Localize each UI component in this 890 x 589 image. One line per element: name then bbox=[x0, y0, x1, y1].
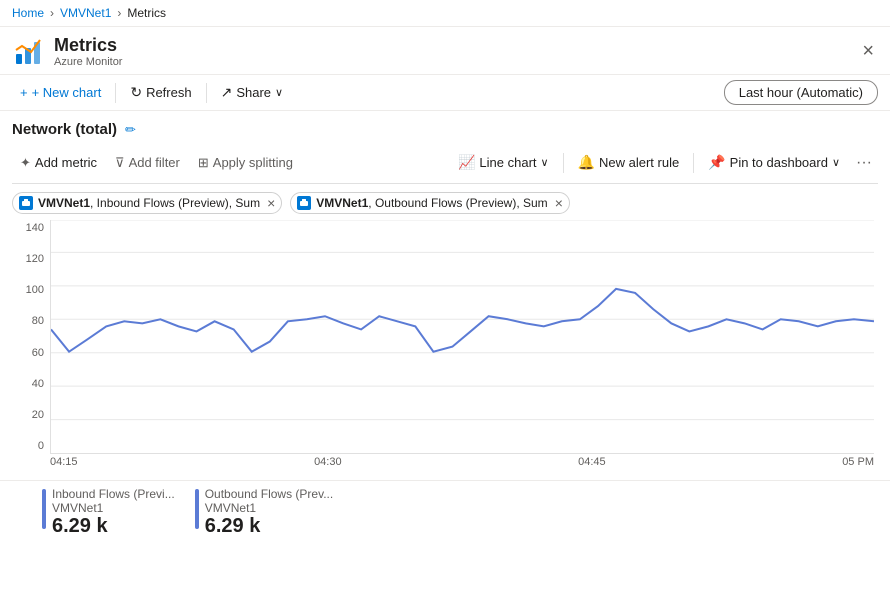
filter-icon: ⊽ bbox=[115, 155, 125, 171]
pin-chevron-icon: ∨ bbox=[832, 156, 840, 169]
legend-outbound-label: Outbound Flows (Prev... bbox=[205, 487, 334, 501]
breadcrumb-vm[interactable]: VMVNet1 bbox=[60, 6, 111, 20]
add-metric-button[interactable]: ✦ Add metric bbox=[12, 151, 105, 175]
y-label-80: 80 bbox=[12, 315, 48, 327]
x-label-05pm: 05 PM bbox=[842, 456, 874, 468]
legend-inbound-value: 6.29 k bbox=[52, 515, 175, 538]
new-alert-rule-button[interactable]: 🔔 New alert rule bbox=[570, 150, 688, 175]
breadcrumb-sep1: › bbox=[50, 6, 54, 20]
add-filter-button[interactable]: ⊽ Add filter bbox=[107, 151, 188, 175]
pin-dashboard-button[interactable]: 📌 Pin to dashboard ∨ bbox=[700, 150, 848, 175]
page-subtitle: Azure Monitor bbox=[54, 56, 122, 68]
time-range-button[interactable]: Last hour (Automatic) bbox=[724, 80, 878, 105]
tag-vm-icon2 bbox=[297, 196, 311, 210]
pin-icon: 📌 bbox=[708, 154, 725, 171]
close-button[interactable]: × bbox=[858, 36, 878, 67]
breadcrumb-sep2: › bbox=[117, 6, 121, 20]
legend-inbound: Inbound Flows (Previ... VMVNet1 6.29 k bbox=[42, 487, 175, 538]
x-label-0430: 04:30 bbox=[314, 456, 342, 468]
y-label-0: 0 bbox=[12, 440, 48, 452]
legend-outbound: Outbound Flows (Prev... VMVNet1 6.29 k bbox=[195, 487, 334, 538]
x-label-0415: 04:15 bbox=[50, 456, 78, 468]
tag-vm-icon bbox=[19, 196, 33, 210]
add-metric-icon: ✦ bbox=[20, 155, 31, 171]
breadcrumb-home[interactable]: Home bbox=[12, 6, 44, 20]
legend-outbound-sublabel: VMVNet1 bbox=[205, 501, 334, 515]
split-icon: ⊞ bbox=[198, 155, 209, 171]
y-label-140: 140 bbox=[12, 222, 48, 234]
metrics-icon bbox=[12, 36, 44, 68]
tag-outbound-close[interactable]: × bbox=[553, 196, 563, 210]
share-button[interactable]: ↗ Share ∨ bbox=[213, 80, 292, 105]
y-label-40: 40 bbox=[12, 378, 48, 390]
chart-title: Network (total) bbox=[12, 121, 117, 138]
tag-outbound: VMVNet1, Outbound Flows (Preview), Sum × bbox=[290, 192, 570, 214]
plus-icon: + bbox=[20, 85, 28, 100]
chart-svg bbox=[51, 220, 874, 453]
more-options-button[interactable]: ··· bbox=[850, 152, 878, 174]
refresh-button[interactable]: ↻ Refresh bbox=[122, 80, 199, 105]
y-label-60: 60 bbox=[12, 347, 48, 359]
y-label-100: 100 bbox=[12, 284, 48, 296]
edit-icon[interactable]: ✏ bbox=[125, 122, 136, 138]
line-chart-chevron-icon: ∨ bbox=[541, 156, 549, 169]
refresh-icon: ↻ bbox=[130, 84, 142, 101]
chart-area: 0 20 40 60 80 100 120 140 bbox=[12, 220, 878, 480]
line-chart-icon: 📈 bbox=[458, 154, 475, 171]
tag-inbound-close[interactable]: × bbox=[265, 196, 275, 210]
share-chevron-icon: ∨ bbox=[275, 86, 283, 99]
legend-outbound-value: 6.29 k bbox=[205, 515, 334, 538]
share-icon: ↗ bbox=[221, 84, 233, 101]
page-title: Metrics bbox=[54, 35, 122, 56]
breadcrumb-page: Metrics bbox=[127, 6, 166, 20]
x-label-0445: 04:45 bbox=[578, 456, 606, 468]
alert-icon: 🔔 bbox=[578, 154, 595, 171]
y-label-20: 20 bbox=[12, 409, 48, 421]
apply-splitting-button[interactable]: ⊞ Apply splitting bbox=[190, 151, 301, 175]
legend-inbound-sublabel: VMVNet1 bbox=[52, 501, 175, 515]
y-label-120: 120 bbox=[12, 253, 48, 265]
legend-inbound-label: Inbound Flows (Previ... bbox=[52, 487, 175, 501]
new-chart-button[interactable]: + + New chart bbox=[12, 81, 109, 104]
line-chart-button[interactable]: 📈 Line chart ∨ bbox=[450, 150, 557, 175]
tag-inbound: VMVNet1, Inbound Flows (Preview), Sum × bbox=[12, 192, 282, 214]
